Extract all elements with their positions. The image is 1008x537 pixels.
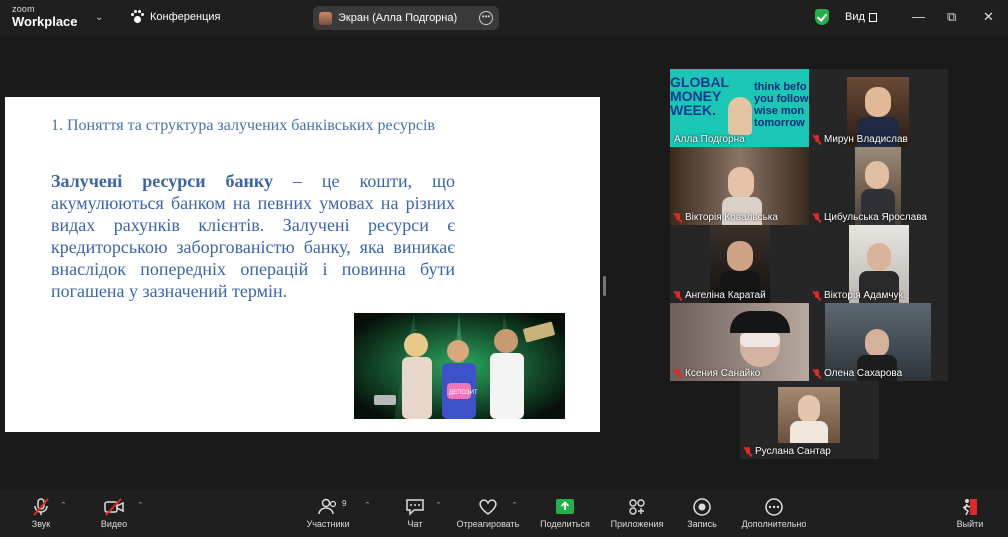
mic-muted-icon bbox=[813, 290, 821, 301]
participants-count: 9 bbox=[342, 499, 347, 508]
view-label: Вид bbox=[845, 11, 865, 23]
participant-name: Вікторія Ковальська bbox=[674, 212, 778, 223]
mic-muted-icon bbox=[813, 212, 821, 223]
record-icon bbox=[693, 497, 711, 516]
share-screen-icon bbox=[556, 498, 574, 514]
slide-term: Залучені ресурси банку bbox=[51, 171, 274, 191]
react-label: Отреагировать bbox=[456, 518, 520, 529]
participant-name: Руслана Сантар bbox=[744, 446, 831, 457]
share-status-pill[interactable]: Экран (Алла Подгорна) ••• bbox=[313, 6, 499, 30]
participant-tile[interactable]: Вікторія Ковальська bbox=[670, 147, 809, 225]
audio-label: Звук bbox=[31, 518, 51, 529]
share-status-text: Экран (Алла Подгорна) bbox=[338, 12, 458, 24]
camera-off-icon bbox=[104, 497, 124, 516]
apps-icon bbox=[629, 498, 645, 515]
share-button[interactable]: Поделиться bbox=[538, 489, 592, 537]
paw-icon bbox=[130, 10, 144, 24]
video-feed bbox=[778, 387, 840, 443]
chat-button[interactable]: Чат bbox=[402, 489, 428, 537]
chat-label: Чат bbox=[407, 518, 423, 529]
participant-tile[interactable]: Мирун Владислав bbox=[809, 69, 948, 147]
participant-tile[interactable]: Цибульська Ярослава bbox=[809, 147, 948, 225]
more-button[interactable]: Дополнительно bbox=[739, 489, 809, 537]
presenter-avatar bbox=[319, 11, 332, 25]
mic-muted-icon bbox=[813, 134, 821, 145]
more-options-icon[interactable]: ••• bbox=[479, 11, 493, 25]
participant-tile[interactable]: GLOBAL MONEY WEEK. think befo you follow… bbox=[670, 69, 809, 147]
react-button[interactable]: Отреагировать bbox=[455, 489, 521, 537]
participant-tile[interactable]: Руслана Сантар bbox=[740, 381, 879, 459]
record-button[interactable]: Запись bbox=[684, 489, 720, 537]
leave-icon bbox=[962, 498, 977, 515]
chevron-down-icon[interactable]: ⌄ bbox=[95, 12, 103, 23]
participant-name: Олена Сахарова bbox=[813, 368, 902, 379]
apps-label: Приложения bbox=[610, 518, 664, 529]
participant-name: Ангеліна Каратай bbox=[674, 290, 766, 301]
participant-name: Алла Подгорна bbox=[674, 134, 745, 145]
participant-tile[interactable]: Олена Сахарова bbox=[809, 303, 948, 381]
meeting-info-button[interactable]: Конференция bbox=[130, 10, 220, 24]
meeting-label: Конференция bbox=[150, 11, 221, 23]
participants-button[interactable]: Участники bbox=[304, 489, 352, 537]
video-button[interactable]: Видео bbox=[98, 489, 130, 537]
audio-options-chevron-icon[interactable]: ˆ bbox=[62, 501, 65, 511]
participant-name: Цибульська Ярослава bbox=[813, 212, 927, 223]
mic-muted-icon bbox=[674, 212, 682, 223]
mic-muted-icon bbox=[674, 368, 682, 379]
slide-heading: 1. Поняття та структура залучених банків… bbox=[51, 117, 435, 134]
participants-label: Участники bbox=[306, 518, 350, 529]
mic-muted-icon bbox=[674, 290, 682, 301]
close-icon[interactable]: ✕ bbox=[983, 9, 994, 25]
participant-name: Ксения Санайко bbox=[674, 368, 760, 379]
chat-options-chevron-icon[interactable]: ˆ bbox=[437, 501, 440, 511]
photo-caption: ДЕПОЗИТ bbox=[449, 390, 478, 396]
slide-photo-illustration: ДЕПОЗИТ bbox=[354, 313, 565, 419]
restore-icon[interactable]: ⧉ bbox=[947, 9, 956, 25]
title-bar: zoom Workplace ⌄ Конференция Экран (Алла… bbox=[0, 0, 1008, 36]
participants-icon bbox=[318, 498, 337, 514]
zoom-logo: zoom Workplace bbox=[12, 4, 78, 29]
security-shield-icon[interactable] bbox=[815, 9, 829, 25]
mic-muted-icon bbox=[813, 368, 821, 379]
leave-label: Выйти bbox=[956, 518, 984, 529]
react-options-chevron-icon[interactable]: ˆ bbox=[513, 501, 516, 511]
presenter-figure bbox=[728, 97, 752, 135]
heart-icon bbox=[479, 498, 497, 515]
video-label: Видео bbox=[100, 518, 128, 529]
share-label: Поделиться bbox=[540, 518, 590, 529]
participant-tile[interactable]: Ксения Санайко bbox=[670, 303, 809, 381]
more-label: Дополнительно bbox=[741, 518, 807, 529]
mic-muted-icon bbox=[33, 497, 49, 516]
audio-button[interactable]: Звук bbox=[26, 489, 56, 537]
grid-view-icon bbox=[868, 12, 877, 22]
logo-zoom-text: zoom bbox=[12, 4, 35, 14]
more-icon bbox=[765, 497, 783, 516]
participants-options-chevron-icon[interactable]: ˆ bbox=[366, 501, 369, 511]
record-label: Запись bbox=[687, 518, 717, 529]
chat-icon bbox=[406, 498, 424, 516]
view-button[interactable]: Вид bbox=[845, 11, 877, 23]
slide-photo: ДЕПОЗИТ bbox=[354, 313, 565, 419]
leave-button[interactable]: Выйти bbox=[954, 489, 986, 537]
participant-tile[interactable]: Ангеліна Каратай bbox=[670, 225, 809, 303]
logo-workplace-text: Workplace bbox=[12, 14, 78, 29]
participant-tile[interactable]: Вікторія Адамчук bbox=[809, 225, 948, 303]
slide-body: Залучені ресурси банку – це кошти, що ак… bbox=[51, 170, 455, 302]
apps-button[interactable]: Приложения bbox=[608, 489, 666, 537]
mic-muted-icon bbox=[744, 446, 752, 457]
participant-name: Мирун Владислав bbox=[813, 134, 908, 145]
splitter-handle[interactable] bbox=[603, 276, 606, 296]
participant-name: Вікторія Адамчук bbox=[813, 290, 903, 301]
banner-right-text: think befo you follow wise mon tomorrow bbox=[754, 81, 809, 129]
video-options-chevron-icon[interactable]: ˆ bbox=[139, 501, 142, 511]
meeting-toolbar: Звук ˆ Видео ˆ Участники 9 ˆ Чат ˆ Отреа… bbox=[0, 489, 1008, 537]
shared-slide: 1. Поняття та структура залучених банків… bbox=[5, 97, 600, 432]
minimize-icon[interactable]: — bbox=[912, 9, 925, 24]
